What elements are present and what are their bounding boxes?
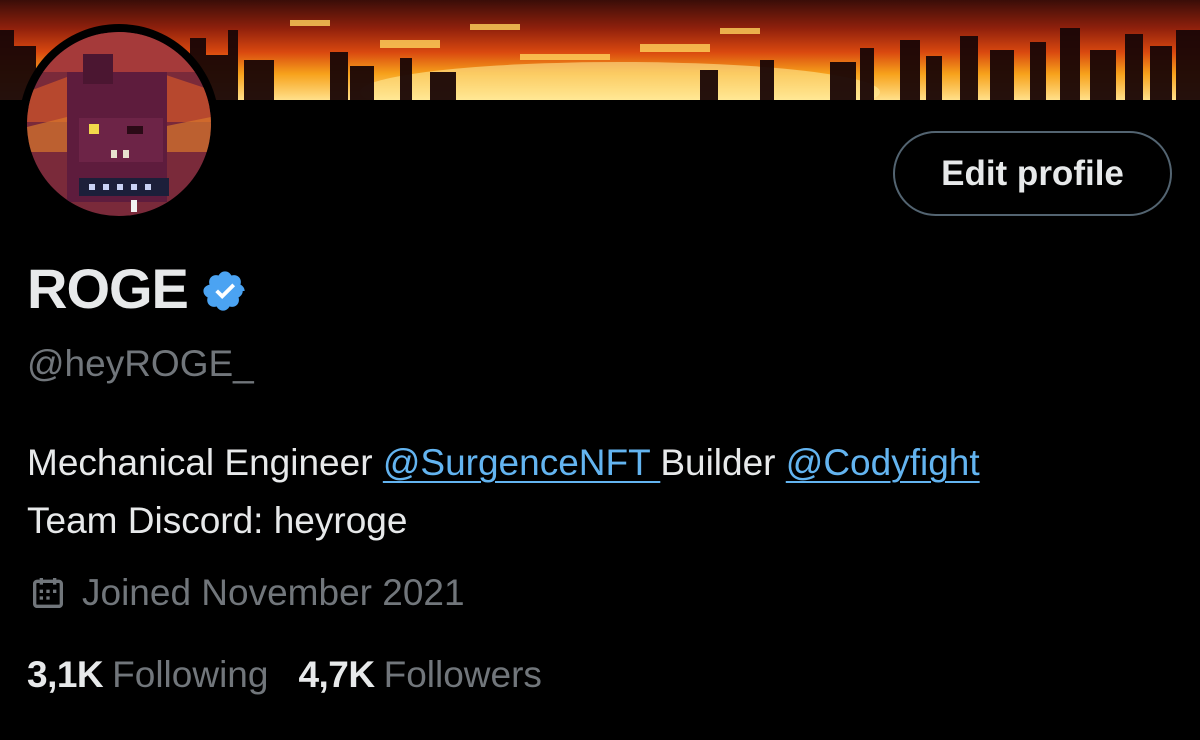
avatar[interactable] xyxy=(19,24,219,224)
mention-link-codyfight[interactable]: @Codyfight xyxy=(786,442,980,483)
joined-date: Joined November 2021 xyxy=(28,570,465,616)
name-row: ROGE xyxy=(27,256,248,322)
handle: @heyROGE_ xyxy=(27,343,254,384)
followers-count: 4,7K xyxy=(298,654,375,695)
joined-text: Joined November 2021 xyxy=(82,572,465,613)
bio-text-line2: Team Discord: heyroge xyxy=(27,500,408,541)
avatar-pixel-dragon-image xyxy=(27,32,211,216)
bio: Mechanical Engineer @SurgenceNFT Builder… xyxy=(27,434,1187,550)
mention-link-surgencenft[interactable]: @SurgenceNFT xyxy=(383,442,660,483)
follow-stats: 3,1K Following 4,7K Followers xyxy=(27,652,542,698)
bio-text: Builder xyxy=(660,442,786,483)
bio-text: Mechanical Engineer xyxy=(27,442,383,483)
calendar-icon xyxy=(28,573,68,613)
followers-link[interactable]: 4,7K Followers xyxy=(298,652,541,698)
edit-profile-button[interactable]: Edit profile xyxy=(893,131,1172,216)
following-count: 3,1K xyxy=(27,654,104,695)
following-label: Following xyxy=(112,654,269,695)
followers-label: Followers xyxy=(383,654,542,695)
following-link[interactable]: 3,1K Following xyxy=(27,652,268,698)
display-name: ROGE xyxy=(27,257,189,320)
verified-badge-icon[interactable] xyxy=(202,268,248,314)
